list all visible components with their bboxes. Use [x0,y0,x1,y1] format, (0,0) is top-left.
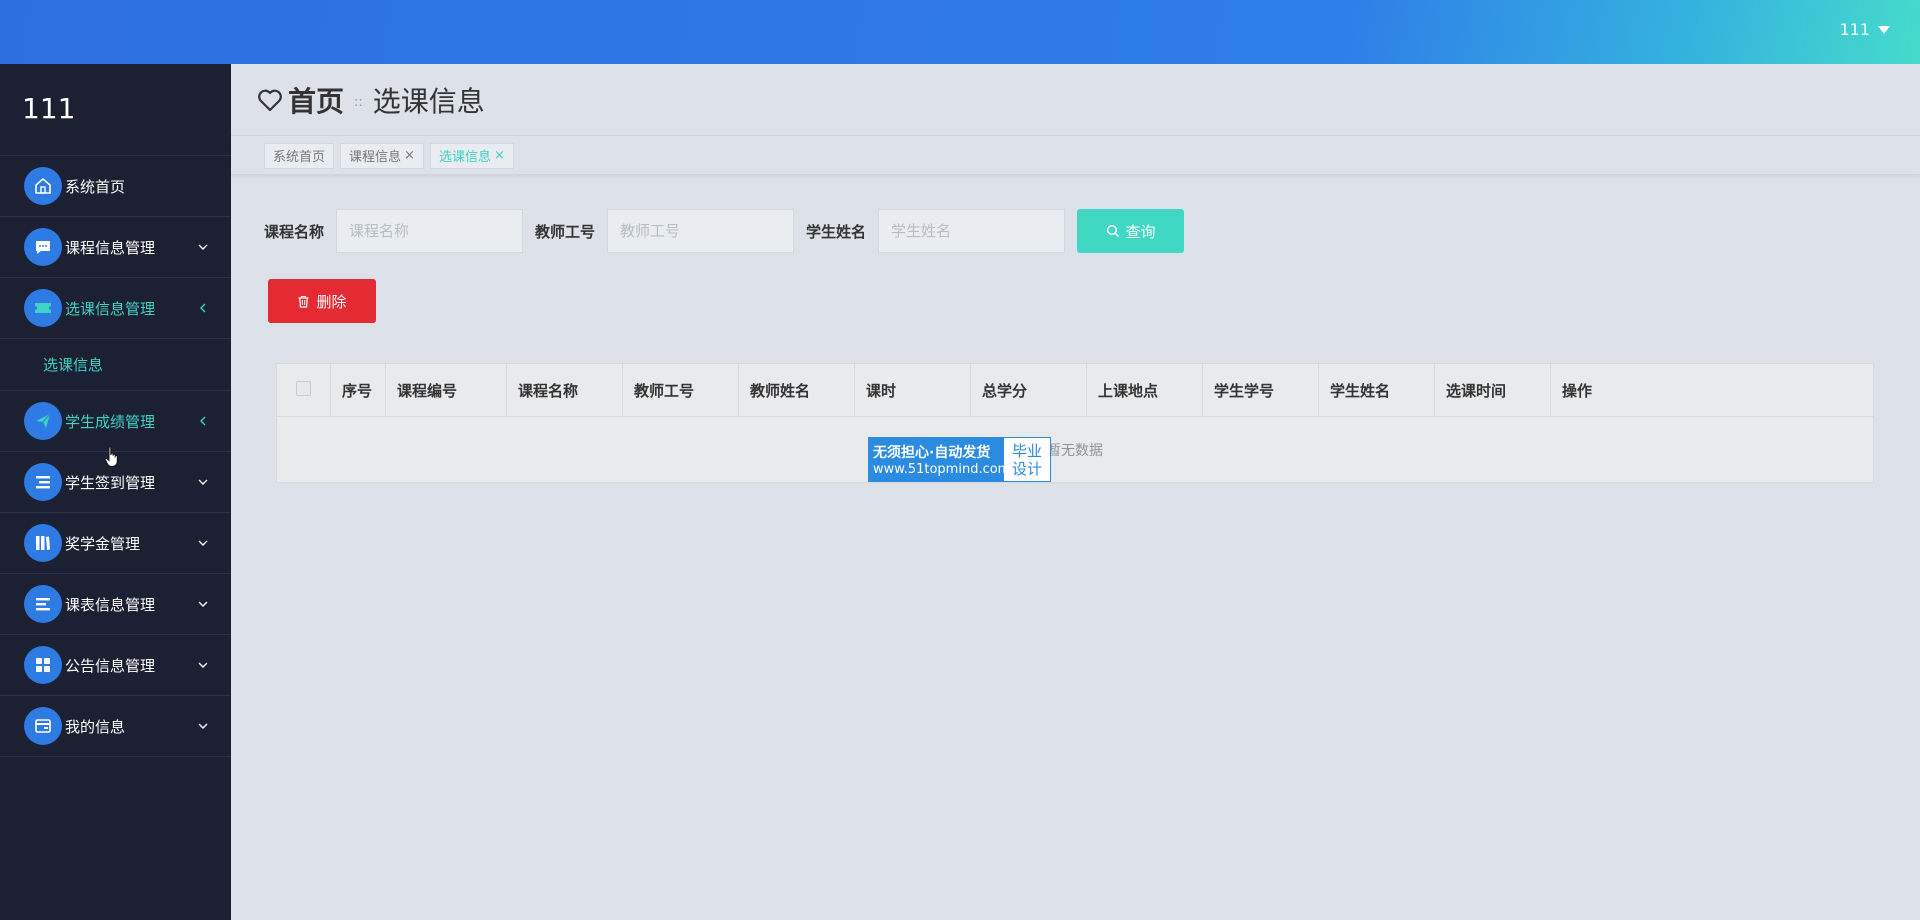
sidebar: 111 系统首页 课程信息管理 选课信息管理 选课信息 学生成绩管理 学生签到管… [0,64,231,920]
top-header: 111 [0,0,1920,64]
sidebar-item-label: 课程信息管理 [65,238,156,257]
user-menu[interactable]: 111 [1839,20,1890,39]
brand-title: 111 [0,64,231,156]
course-name-input[interactable] [336,209,524,253]
watermark-line1: 无须担心·自动发货 [873,445,991,461]
column-header: 序号 [330,363,386,417]
column-header: 选课时间 [1434,363,1551,417]
tag-course-info[interactable]: 课程信息 × [340,142,424,169]
submenu-item-course-selection-info[interactable]: 选课信息 [0,339,231,391]
tag-label: 系统首页 [273,150,326,165]
empty-state-text: 暂无数据 [276,416,1874,483]
student-name-label: 学生姓名 [806,222,867,241]
card-icon [24,707,62,745]
user-name: 111 [1839,20,1870,39]
column-header: 学生学号 [1202,363,1319,417]
sidebar-item-home[interactable]: 系统首页 [0,156,231,217]
breadcrumb-home[interactable]: 首页 [288,80,344,120]
caret-down-icon [1878,25,1890,34]
sidebar-item-course-info[interactable]: 课程信息管理 [0,217,231,278]
delete-button-label: 删除 [316,292,347,311]
student-name-input[interactable] [878,209,1066,253]
sidebar-item-student-grades[interactable]: 学生成绩管理 [0,391,231,452]
column-header: 学生姓名 [1318,363,1435,417]
table-header-row: 序号 课程编号 课程名称 教师工号 教师姓名 课时 总学分 上课地点 学生学号 … [276,363,1874,417]
delete-button[interactable]: 删除 [268,279,376,323]
chevron-left-icon [200,303,206,313]
sidebar-item-label: 学生签到管理 [65,473,156,492]
sidebar-item-label: 选课信息管理 [65,299,156,318]
sidebar-item-label: 系统首页 [65,177,126,196]
chat-icon [24,228,62,266]
book-icon [24,524,62,562]
tags-bar: 系统首页 课程信息 × 选课信息 × [231,137,1920,175]
tag-label: 课程信息 [349,150,402,165]
trash-icon [298,295,309,308]
search-button-label: 查询 [1125,222,1156,241]
grid-icon [24,646,62,684]
heart-icon [258,89,282,111]
ticket-icon [24,289,62,327]
chevron-down-icon [198,662,208,668]
chevron-left-icon [200,416,206,426]
chevron-down-icon [198,479,208,485]
sidebar-item-my-info[interactable]: 我的信息 [0,696,231,757]
select-all-checkbox[interactable] [296,380,311,396]
sidebar-item-label: 公告信息管理 [65,656,156,675]
watermark-left: 无须担心·自动发货 www.51topmind.com [869,438,1011,481]
chevron-down-icon [198,244,208,250]
column-header: 课程编号 [385,363,507,417]
watermark-line2: www.51topmind.com [873,462,1011,477]
close-icon[interactable]: × [494,148,505,163]
sidebar-item-scholarship[interactable]: 奖学金管理 [0,513,231,574]
sidebar-item-label: 课表信息管理 [65,595,156,614]
search-form: 课程名称 教师工号 学生姓名 查询 [264,209,1185,253]
table-row: 暂无数据 [276,416,1874,483]
tag-home[interactable]: 系统首页 [264,142,335,169]
teacher-id-input[interactable] [607,209,795,253]
column-header: 课程名称 [506,363,623,417]
watermark-badge: 无须担心·自动发货 www.51topmind.com 毕业 设计 [868,437,1051,482]
sidebar-item-label: 我的信息 [65,717,126,736]
column-header: 总学分 [970,363,1087,417]
home-icon [24,167,62,205]
chevron-down-icon [198,723,208,729]
sidebar-item-course-selection[interactable]: 选课信息管理 [0,278,231,339]
chevron-down-icon [198,540,208,546]
lines-icon [24,585,62,623]
sidebar-item-announcements[interactable]: 公告信息管理 [0,635,231,696]
column-header: 课时 [854,363,971,417]
watermark-right-top: 毕业 [1011,441,1042,460]
tag-course-selection[interactable]: 选课信息 × [429,142,514,169]
column-header: 上课地点 [1086,363,1203,417]
teacher-id-label: 教师工号 [535,222,596,241]
course-name-label: 课程名称 [264,222,325,241]
column-header: 教师工号 [622,363,739,417]
sidebar-item-label: 奖学金管理 [65,534,141,553]
select-all-cell [276,363,331,417]
sidebar-item-timetable[interactable]: 课表信息管理 [0,574,231,635]
send-icon [24,402,62,440]
sidebar-item-label: 学生成绩管理 [65,412,156,431]
data-table: 序号 课程编号 课程名称 教师工号 教师姓名 课时 总学分 上课地点 学生学号 … [276,363,1874,483]
watermark-right-bottom: 设计 [1011,459,1042,478]
breadcrumb-separator: :: [354,95,363,110]
column-header: 操作 [1550,363,1874,417]
search-button[interactable]: 查询 [1077,209,1185,253]
list-icon [24,463,62,501]
tag-label: 选课信息 [438,150,491,165]
search-icon [1106,224,1119,238]
chevron-down-icon [198,601,208,607]
breadcrumb: 首页 :: 选课信息 [231,64,1920,136]
column-header: 教师姓名 [738,363,855,417]
page-title: 选课信息 [372,84,485,118]
hand-cursor-icon [104,446,118,467]
watermark-right: 毕业 设计 [1004,438,1050,481]
close-icon[interactable]: × [404,148,415,163]
